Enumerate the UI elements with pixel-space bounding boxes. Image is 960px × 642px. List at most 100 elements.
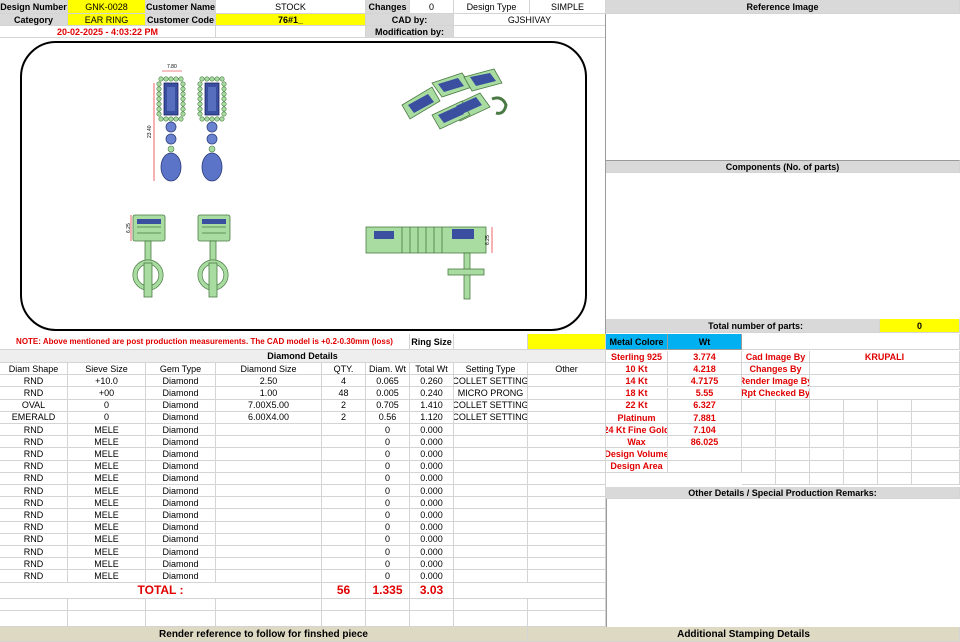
- credit-value[interactable]: [810, 363, 960, 376]
- diamond-cell[interactable]: MELE: [68, 509, 146, 522]
- diamond-cell[interactable]: [322, 521, 366, 534]
- diamond-cell[interactable]: +10.0: [68, 375, 146, 388]
- remarks-grid-cell[interactable]: [912, 424, 960, 437]
- remarks-grid-cell[interactable]: [844, 424, 878, 437]
- remarks-grid-cell[interactable]: [776, 412, 810, 424]
- diamond-cell[interactable]: MELE: [68, 472, 146, 485]
- diamond-cell[interactable]: Diamond: [146, 509, 216, 522]
- diamond-blank-cell[interactable]: [216, 598, 322, 611]
- metal-weight[interactable]: 7.104: [668, 424, 742, 437]
- remarks-grid-cell[interactable]: [844, 399, 878, 412]
- diamond-cell[interactable]: RND: [0, 485, 68, 498]
- diamond-cell[interactable]: 0: [366, 521, 410, 534]
- diamond-cell[interactable]: [528, 411, 606, 424]
- remarks-grid-cell[interactable]: [912, 460, 960, 473]
- credit-value[interactable]: [810, 375, 960, 388]
- metal-weight[interactable]: 3.774: [668, 351, 742, 363]
- diamond-cell[interactable]: [322, 570, 366, 583]
- category-value[interactable]: EAR RING: [68, 14, 146, 26]
- diamond-cell[interactable]: Diamond: [146, 399, 216, 412]
- diamond-cell[interactable]: RND: [0, 546, 68, 559]
- cad-by-value[interactable]: GJSHIVAY: [454, 14, 606, 26]
- diamond-blank-cell[interactable]: [322, 598, 366, 611]
- diamond-cell[interactable]: 6.00X4.00: [216, 411, 322, 424]
- diamond-cell[interactable]: Diamond: [146, 558, 216, 571]
- diamond-cell[interactable]: COLLET SETTING: [454, 375, 528, 388]
- diamond-cell[interactable]: 0: [68, 399, 146, 412]
- diamond-cell[interactable]: 0.260: [410, 375, 454, 388]
- diamond-cell[interactable]: 0.000: [410, 448, 454, 461]
- diamond-cell[interactable]: Diamond: [146, 460, 216, 473]
- diamond-cell[interactable]: [216, 570, 322, 583]
- diamond-cell[interactable]: [216, 521, 322, 534]
- diamond-cell[interactable]: [454, 570, 528, 583]
- diamond-cell[interactable]: 0.000: [410, 460, 454, 473]
- diamond-cell[interactable]: 0.000: [410, 533, 454, 546]
- diamond-blank-cell[interactable]: [0, 610, 68, 627]
- metal-weight[interactable]: 4.7175: [668, 375, 742, 388]
- diamond-cell[interactable]: [528, 546, 606, 559]
- diamond-cell[interactable]: [454, 436, 528, 449]
- remarks-grid-cell[interactable]: [844, 448, 878, 461]
- diamond-cell[interactable]: [454, 424, 528, 437]
- diamond-cell[interactable]: 1.00: [216, 387, 322, 400]
- diamond-cell[interactable]: [322, 485, 366, 498]
- design-type-value[interactable]: SIMPLE: [530, 0, 606, 14]
- remarks-grid-cell[interactable]: [810, 448, 844, 461]
- diamond-blank-cell[interactable]: [410, 598, 454, 611]
- remarks-grid-cell[interactable]: [810, 424, 844, 437]
- diamond-cell[interactable]: OVAL: [0, 399, 68, 412]
- diamond-blank-cell[interactable]: [0, 598, 68, 611]
- diamond-cell[interactable]: [322, 436, 366, 449]
- remarks-grid-cell[interactable]: [810, 436, 844, 449]
- diamond-blank-cell[interactable]: [410, 610, 454, 627]
- remarks-grid-cell[interactable]: [810, 473, 844, 485]
- diamond-cell[interactable]: RND: [0, 570, 68, 583]
- diamond-cell[interactable]: 0: [366, 472, 410, 485]
- metal-weight[interactable]: 5.55: [668, 387, 742, 400]
- customer-code-value[interactable]: 76#1_: [216, 14, 366, 26]
- diamond-cell[interactable]: 0: [366, 558, 410, 571]
- diamond-cell[interactable]: 0: [366, 424, 410, 437]
- remarks-grid-cell[interactable]: [742, 448, 776, 461]
- diamond-cell[interactable]: Diamond: [146, 521, 216, 534]
- diamond-blank-cell[interactable]: [216, 610, 322, 627]
- remarks-grid-cell[interactable]: [878, 399, 912, 412]
- diamond-cell[interactable]: RND: [0, 472, 68, 485]
- diamond-cell[interactable]: +00: [68, 387, 146, 400]
- diamond-cell[interactable]: 0.000: [410, 472, 454, 485]
- diamond-blank-cell[interactable]: [454, 610, 528, 627]
- modification-by-value[interactable]: [454, 26, 606, 38]
- metal-weight[interactable]: 6.327: [668, 399, 742, 412]
- remarks-grid-cell[interactable]: [810, 460, 844, 473]
- diamond-cell[interactable]: 4: [322, 375, 366, 388]
- diamond-cell[interactable]: [454, 460, 528, 473]
- diamond-cell[interactable]: 0: [366, 497, 410, 510]
- metal-weight[interactable]: [668, 448, 742, 461]
- ring-size-value[interactable]: [528, 334, 606, 350]
- other-details-area[interactable]: [606, 499, 960, 627]
- diamond-cell[interactable]: 0: [68, 411, 146, 424]
- diamond-cell[interactable]: COLLET SETTING: [454, 399, 528, 412]
- diamond-cell[interactable]: [322, 460, 366, 473]
- diamond-cell[interactable]: RND: [0, 460, 68, 473]
- credit-value[interactable]: [810, 387, 960, 400]
- diamond-cell[interactable]: MELE: [68, 546, 146, 559]
- diamond-cell[interactable]: 2: [322, 411, 366, 424]
- diamond-cell[interactable]: [528, 387, 606, 400]
- diamond-cell[interactable]: [454, 558, 528, 571]
- diamond-cell[interactable]: 0.000: [410, 424, 454, 437]
- diamond-cell[interactable]: [454, 485, 528, 498]
- diamond-cell[interactable]: MELE: [68, 485, 146, 498]
- design-number-value[interactable]: GNK-0028: [68, 0, 146, 14]
- diamond-cell[interactable]: [216, 436, 322, 449]
- remarks-grid-cell[interactable]: [912, 399, 960, 412]
- diamond-cell[interactable]: [322, 533, 366, 546]
- diamond-cell[interactable]: 0: [366, 436, 410, 449]
- diamond-cell[interactable]: 0.56: [366, 411, 410, 424]
- diamond-cell[interactable]: [454, 497, 528, 510]
- diamond-cell[interactable]: [216, 485, 322, 498]
- diamond-cell[interactable]: 0: [366, 509, 410, 522]
- diamond-cell[interactable]: Diamond: [146, 436, 216, 449]
- diamond-cell[interactable]: [454, 472, 528, 485]
